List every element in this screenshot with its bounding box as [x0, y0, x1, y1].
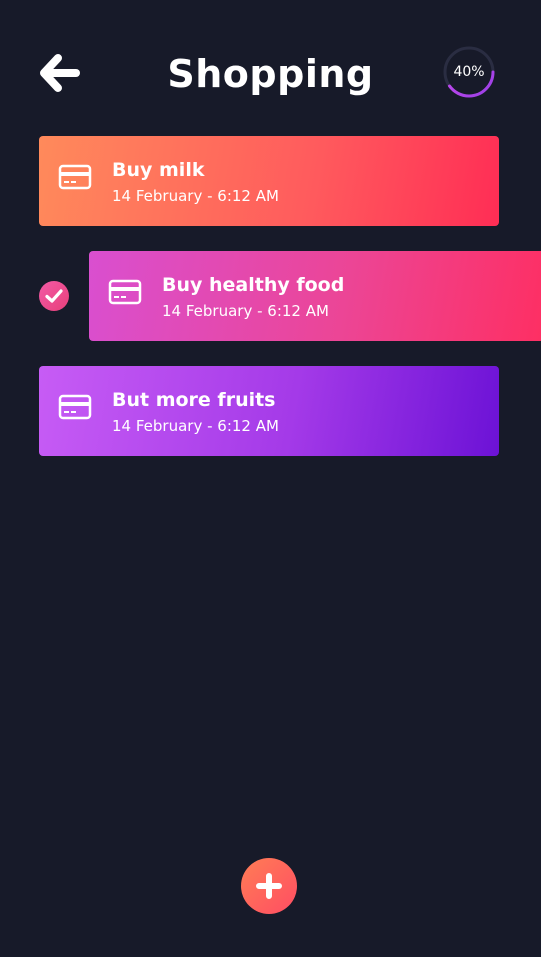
credit-card-icon — [58, 394, 92, 420]
header: Shopping 40% — [0, 0, 541, 140]
task-title: But more fruits — [112, 389, 276, 411]
task-title: Buy milk — [112, 159, 205, 181]
task-item-but-more-fruits[interactable]: But more fruits 14 February - 6:12 AM — [39, 366, 499, 456]
checkmark-icon — [45, 289, 63, 303]
task-date: 14 February - 6:12 AM — [112, 187, 279, 205]
task-completed-checkbox[interactable] — [39, 281, 69, 311]
plus-icon — [256, 873, 282, 899]
back-button[interactable] — [34, 50, 84, 96]
task-title: Buy healthy food — [162, 274, 345, 296]
credit-card-icon — [108, 279, 142, 305]
task-item-buy-healthy-food[interactable]: Buy healthy food 14 February - 6:12 AM — [89, 251, 541, 341]
add-task-button[interactable] — [241, 858, 297, 914]
task-date: 14 February - 6:12 AM — [162, 302, 329, 320]
credit-card-icon — [58, 164, 92, 190]
progress-ring: 40% — [442, 45, 496, 99]
task-date: 14 February - 6:12 AM — [112, 417, 279, 435]
arrow-left-icon — [40, 54, 80, 92]
progress-label: 40% — [453, 64, 485, 80]
task-item-buy-milk[interactable]: Buy milk 14 February - 6:12 AM — [39, 136, 499, 226]
